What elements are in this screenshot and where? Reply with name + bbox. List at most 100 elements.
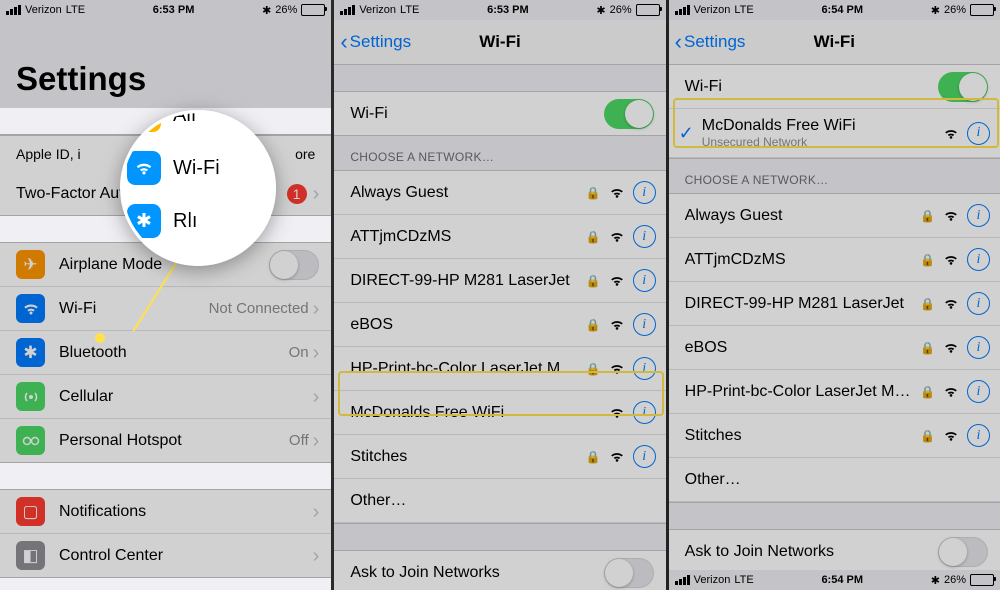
info-icon[interactable]: i xyxy=(967,292,990,315)
screen-wifi-list: VerizonLTE 6:53 PM ✱26% ‹Settings Wi-Fi … xyxy=(334,0,668,590)
wifi-signal-icon xyxy=(609,186,625,199)
lock-icon: 🔒 xyxy=(586,230,601,244)
control-center-row[interactable]: ◧ Control Center › xyxy=(0,534,331,577)
status-time: 6:53 PM xyxy=(85,4,262,16)
info-icon[interactable]: i xyxy=(967,424,990,447)
wifi-signal-icon xyxy=(943,297,959,310)
network-row[interactable]: McDonalds Free WiFii xyxy=(334,391,665,435)
chevron-right-icon: › xyxy=(313,299,320,319)
notifications-icon: ▢ xyxy=(16,497,45,526)
info-icon[interactable]: i xyxy=(967,204,990,227)
wifi-signal-icon xyxy=(609,450,625,463)
back-button[interactable]: ‹Settings xyxy=(340,29,411,55)
status-bar: VerizonLTE 6:54 PM ✱26% xyxy=(669,0,1000,20)
bluetooth-icon: ✱ xyxy=(16,338,45,367)
chevron-right-icon: › xyxy=(313,343,320,363)
magnifier: ✈Aiı Wi-Fi ✱Rlı xyxy=(120,110,276,266)
wifi-signal-icon xyxy=(609,274,625,287)
chevron-right-icon: › xyxy=(313,387,320,407)
network-row[interactable]: Other… xyxy=(334,479,665,523)
network-row[interactable]: DIRECT-99-HP M281 LaserJet🔒i xyxy=(669,282,1000,326)
lock-icon: 🔒 xyxy=(920,297,935,311)
hotspot-row[interactable]: Personal Hotspot Off › xyxy=(0,419,331,462)
checkmark-icon: ✓ xyxy=(679,123,694,144)
info-icon[interactable]: i xyxy=(633,313,656,336)
lock-icon: 🔒 xyxy=(920,429,935,443)
chevron-right-icon: › xyxy=(313,546,320,566)
info-icon[interactable]: i xyxy=(967,336,990,359)
page-title: Settings xyxy=(0,20,331,108)
info-icon[interactable]: i xyxy=(967,248,990,271)
network-row[interactable]: ATTjmCDzMS🔒i xyxy=(669,238,1000,282)
signal-icon xyxy=(6,5,21,15)
info-icon[interactable]: i xyxy=(633,269,656,292)
nav-title: Wi-Fi xyxy=(479,32,520,52)
bluetooth-row[interactable]: ✱ Bluetooth On › xyxy=(0,331,331,375)
lock-icon: 🔒 xyxy=(586,274,601,288)
lock-icon: 🔒 xyxy=(586,318,601,332)
wifi-toggle-row[interactable]: Wi-Fi xyxy=(669,65,1000,109)
wifi-signal-icon xyxy=(609,362,625,375)
wifi-signal-icon xyxy=(609,406,625,419)
status-bar-peek: VerizonLTE 6:54 PM ✱26% xyxy=(669,570,1000,590)
network-row[interactable]: DIRECT-99-HP M281 LaserJet🔒i xyxy=(334,259,665,303)
network-row[interactable]: ATTjmCDzMS🔒i xyxy=(334,215,665,259)
info-icon[interactable]: i xyxy=(633,357,656,380)
chevron-right-icon: › xyxy=(313,502,320,522)
control-center-icon: ◧ xyxy=(16,541,45,570)
info-icon[interactable]: i xyxy=(633,225,656,248)
info-icon[interactable]: i xyxy=(633,181,656,204)
info-icon[interactable]: i xyxy=(633,401,656,424)
wifi-toggle[interactable] xyxy=(938,72,988,102)
info-icon[interactable]: i xyxy=(967,122,990,145)
lock-icon: 🔒 xyxy=(586,186,601,200)
lock-icon: 🔒 xyxy=(920,341,935,355)
wifi-signal-icon xyxy=(943,127,959,140)
battery-icon xyxy=(301,4,325,16)
back-button[interactable]: ‹Settings xyxy=(675,29,746,55)
ask-toggle[interactable] xyxy=(604,558,654,588)
status-bar: VerizonLTE 6:53 PM ✱26% xyxy=(0,0,331,20)
chevron-right-icon: › xyxy=(313,431,320,451)
wifi-toggle[interactable] xyxy=(604,99,654,129)
chevron-right-icon: › xyxy=(313,184,320,204)
wifi-signal-icon xyxy=(609,318,625,331)
wifi-signal-icon xyxy=(943,341,959,354)
wifi-signal-icon xyxy=(943,209,959,222)
wifi-signal-icon xyxy=(943,253,959,266)
info-icon[interactable]: i xyxy=(967,380,990,403)
network-row[interactable]: Always Guest🔒i xyxy=(334,171,665,215)
network-row[interactable]: Stitches🔒i xyxy=(669,414,1000,458)
network-row[interactable]: Stitches🔒i xyxy=(334,435,665,479)
screen-wifi-connected: VerizonLTE 6:54 PM ✱26% ‹Settings Wi-Fi … xyxy=(669,0,1000,590)
lock-icon: 🔒 xyxy=(920,385,935,399)
wifi-signal-icon xyxy=(609,230,625,243)
wifi-signal-icon xyxy=(943,429,959,442)
notifications-row[interactable]: ▢ Notifications › xyxy=(0,490,331,534)
ask-to-join-row[interactable]: Ask to Join Networks xyxy=(334,551,665,590)
nav-bar: ‹Settings Wi-Fi xyxy=(669,20,1000,65)
nav-bar: ‹Settings Wi-Fi xyxy=(334,20,665,65)
airplane-toggle[interactable] xyxy=(269,250,319,280)
ask-to-join-row[interactable]: Ask to Join Networks xyxy=(669,530,1000,573)
network-row[interactable]: Always Guest🔒i xyxy=(669,194,1000,238)
cellular-row[interactable]: Cellular › xyxy=(0,375,331,419)
ask-toggle[interactable] xyxy=(938,537,988,567)
lock-icon: 🔒 xyxy=(920,209,935,223)
choose-network-header: CHOOSE A NETWORK… xyxy=(334,136,665,170)
network-row[interactable]: eBOS🔒i xyxy=(669,326,1000,370)
lock-icon: 🔒 xyxy=(586,450,601,464)
network-row[interactable]: HP-Print-bc-Color LaserJet M…🔒i xyxy=(334,347,665,391)
highlight-dot xyxy=(95,333,105,343)
wifi-toggle-row[interactable]: Wi-Fi xyxy=(334,92,665,135)
lock-icon: 🔒 xyxy=(586,362,601,376)
bluetooth-icon: ✱ xyxy=(262,4,271,17)
wifi-row[interactable]: Wi-Fi Not Connected › xyxy=(0,287,331,331)
network-row[interactable]: HP-Print-bc-Color LaserJet M…🔒i xyxy=(669,370,1000,414)
badge: 1 xyxy=(287,184,307,204)
connected-network-row[interactable]: ✓ McDonalds Free WiFi Unsecured Network … xyxy=(669,109,1000,158)
network-row[interactable]: eBOS🔒i xyxy=(334,303,665,347)
cellular-icon xyxy=(16,382,45,411)
info-icon[interactable]: i xyxy=(633,445,656,468)
network-row[interactable]: Other… xyxy=(669,458,1000,502)
